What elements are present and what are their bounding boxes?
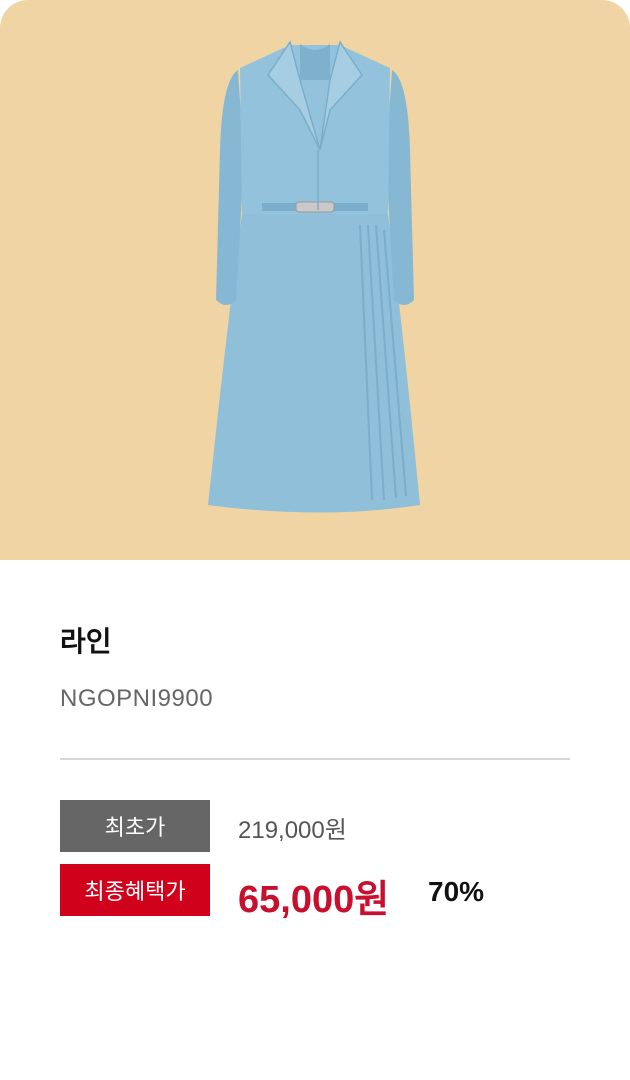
final-price: 65,000원 (238, 879, 390, 921)
product-card[interactable]: 라인 NGOPNI9900 최초가 219,000원 최종혜택가 65,000원… (0, 0, 630, 1080)
original-price: 219,000원 (238, 817, 347, 844)
dress-illustration (208, 40, 420, 513)
final-price-label: 최종혜택가 (60, 864, 210, 916)
brand-name[interactable]: 라인 (60, 620, 112, 660)
product-image[interactable] (0, 0, 630, 560)
discount-rate: 70% (428, 876, 485, 907)
divider (60, 758, 570, 760)
product-code: NGOPNI9900 (60, 685, 214, 712)
original-price-label: 최초가 (60, 800, 210, 852)
